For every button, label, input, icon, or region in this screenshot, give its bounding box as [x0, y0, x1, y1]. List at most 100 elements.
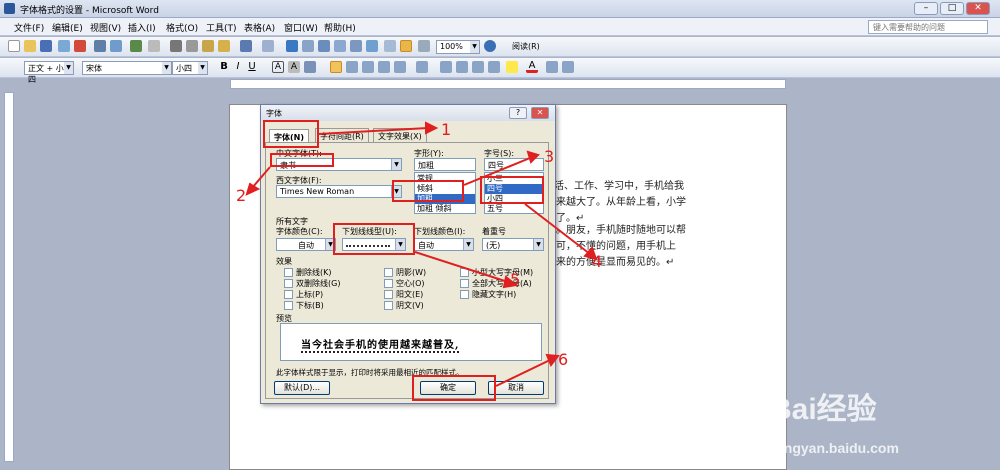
- decrease-indent-icon[interactable]: [472, 61, 484, 73]
- numbering-icon[interactable]: [440, 61, 452, 73]
- western-font-select[interactable]: Times New Roman ▼: [276, 185, 402, 198]
- cancel-button[interactable]: 取消: [488, 381, 544, 395]
- help-icon[interactable]: [484, 40, 496, 52]
- font-color-select[interactable]: 自动 ▼: [276, 238, 336, 251]
- underline-icon[interactable]: U: [246, 61, 258, 73]
- menu-window[interactable]: 窗口(W): [284, 21, 318, 34]
- zoom-select[interactable]: 100% ▼: [436, 40, 480, 54]
- align-center-icon[interactable]: [346, 61, 358, 73]
- close-button[interactable]: ✕: [966, 2, 990, 15]
- font-color-icon[interactable]: A: [526, 61, 538, 73]
- shadow-checkbox[interactable]: [384, 268, 393, 277]
- align-right-icon[interactable]: [362, 61, 374, 73]
- dialog-help-button[interactable]: ?: [509, 107, 527, 119]
- emboss-checkbox[interactable]: [384, 290, 393, 299]
- tables-borders-icon[interactable]: [302, 40, 314, 52]
- drawing-icon[interactable]: [366, 40, 378, 52]
- char-border-icon[interactable]: A: [272, 61, 284, 73]
- highlight-box-chinese-font: [270, 153, 334, 167]
- document-map-icon[interactable]: [384, 40, 396, 52]
- size-option[interactable]: 五号: [485, 204, 543, 214]
- strikethrough-checkbox[interactable]: [284, 268, 293, 277]
- style-option[interactable]: 加粗 倾斜: [415, 204, 475, 214]
- italic-icon[interactable]: I: [232, 61, 244, 73]
- menu-view[interactable]: 视图(V): [90, 21, 121, 34]
- menu-table[interactable]: 表格(A): [244, 21, 275, 34]
- all-caps-label: 全部大写字母(A): [472, 279, 532, 288]
- small-caps-checkbox[interactable]: [460, 268, 469, 277]
- ink-icon[interactable]: [418, 40, 430, 52]
- menu-insert[interactable]: 插入(I): [128, 21, 156, 34]
- open-icon[interactable]: [24, 40, 36, 52]
- new-icon[interactable]: [8, 40, 20, 52]
- dialog-title-bar[interactable]: 字体 ? ✕: [261, 105, 555, 121]
- emphasis-label: 着重号: [482, 227, 506, 236]
- underline-color-select[interactable]: 自动 ▼: [414, 238, 474, 251]
- char-shading-icon[interactable]: A: [288, 61, 300, 73]
- outline-checkbox[interactable]: [384, 279, 393, 288]
- align-left-icon[interactable]: [330, 61, 342, 73]
- menu-file[interactable]: 文件(F): [14, 21, 44, 34]
- font-color-label: 字体颜色(C):: [276, 227, 323, 236]
- phonetic-icon[interactable]: [546, 61, 558, 73]
- size-select[interactable]: 小四 ▼: [172, 61, 208, 75]
- print-preview-icon[interactable]: [110, 40, 122, 52]
- default-button[interactable]: 默认(D)...: [274, 381, 330, 395]
- menu-format[interactable]: 格式(O): [166, 21, 198, 34]
- show-hide-icon[interactable]: [400, 40, 412, 52]
- reading-mode-button[interactable]: 阅读(R): [512, 41, 540, 52]
- format-painter-icon[interactable]: [218, 40, 230, 52]
- print-icon[interactable]: [94, 40, 106, 52]
- menu-tools[interactable]: 工具(T): [206, 21, 237, 34]
- enclosed-char-icon[interactable]: [562, 61, 574, 73]
- superscript-checkbox[interactable]: [284, 290, 293, 299]
- bullets-icon[interactable]: [456, 61, 468, 73]
- email-icon[interactable]: [74, 40, 86, 52]
- doc-line-6: 来的方便是显而易见的。↵: [556, 257, 675, 268]
- annotation-3: 3: [544, 147, 555, 166]
- menu-edit[interactable]: 编辑(E): [52, 21, 83, 34]
- copy-icon[interactable]: [186, 40, 198, 52]
- style-select[interactable]: 正文 + 小四 ▼: [24, 61, 74, 84]
- engrave-checkbox[interactable]: [384, 301, 393, 310]
- research-icon[interactable]: [148, 40, 160, 52]
- font-select[interactable]: 宋体 ▼: [82, 61, 172, 75]
- emphasis-select[interactable]: (无) ▼: [482, 238, 544, 251]
- style-input[interactable]: 加粗: [414, 158, 476, 171]
- distributed-icon[interactable]: [394, 61, 406, 73]
- maximize-button[interactable]: □: [940, 2, 964, 15]
- insert-table-icon[interactable]: [318, 40, 330, 52]
- columns-icon[interactable]: [350, 40, 362, 52]
- menu-help[interactable]: 帮助(H): [324, 21, 356, 34]
- annotation-4: 4: [592, 252, 603, 271]
- western-font-value: Times New Roman: [280, 187, 355, 196]
- double-strike-checkbox[interactable]: [284, 279, 293, 288]
- hidden-checkbox[interactable]: [460, 290, 469, 299]
- hyperlink-icon[interactable]: [286, 40, 298, 52]
- permission-icon[interactable]: [58, 40, 70, 52]
- horizontal-ruler[interactable]: [230, 79, 786, 89]
- spelling-icon[interactable]: [130, 40, 142, 52]
- size-input[interactable]: 四号: [484, 158, 544, 171]
- undo-icon[interactable]: [240, 40, 252, 52]
- help-search-input[interactable]: 键入需要帮助的问题: [868, 20, 988, 34]
- save-icon[interactable]: [40, 40, 52, 52]
- redo-icon[interactable]: [262, 40, 274, 52]
- vertical-ruler[interactable]: [4, 92, 14, 462]
- all-caps-checkbox[interactable]: [460, 279, 469, 288]
- minimize-button[interactable]: –: [914, 2, 938, 15]
- subscript-checkbox[interactable]: [284, 301, 293, 310]
- line-spacing-icon[interactable]: [416, 61, 428, 73]
- justify-icon[interactable]: [378, 61, 390, 73]
- char-scale-icon[interactable]: [304, 61, 316, 73]
- tab-char-spacing[interactable]: 字符间距(R): [315, 128, 369, 142]
- doc-line-4: 。朋友，手机随时随地可以帮: [556, 225, 686, 236]
- paste-icon[interactable]: [202, 40, 214, 52]
- bold-icon[interactable]: B: [218, 61, 230, 73]
- increase-indent-icon[interactable]: [488, 61, 500, 73]
- insert-excel-icon[interactable]: [334, 40, 346, 52]
- dialog-close-button[interactable]: ✕: [531, 107, 549, 119]
- highlight-icon[interactable]: [506, 61, 518, 73]
- tab-text-effects[interactable]: 文字效果(X): [373, 128, 427, 142]
- cut-icon[interactable]: [170, 40, 182, 52]
